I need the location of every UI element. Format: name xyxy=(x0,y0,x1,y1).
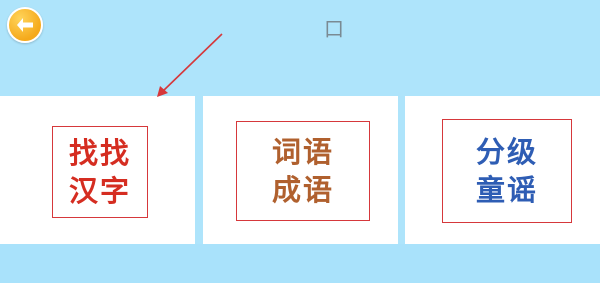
back-button[interactable] xyxy=(7,7,43,43)
back-arrow-icon xyxy=(17,18,33,32)
card-find-characters[interactable]: 找找 汉字 xyxy=(0,96,195,244)
card-label-box: 分级 童谣 xyxy=(442,119,572,223)
card-words-idioms[interactable]: 词语 成语 xyxy=(203,96,398,244)
card-graded-rhymes[interactable]: 分级 童谣 xyxy=(405,96,600,244)
card-label-box: 词语 成语 xyxy=(236,121,370,221)
card-title-line2: 成语 xyxy=(271,173,334,207)
card-title-line2: 汉字 xyxy=(68,174,131,208)
page-title: 口 xyxy=(324,17,344,41)
card-title-line1: 分级 xyxy=(475,135,538,169)
card-title-line1: 词语 xyxy=(271,135,334,169)
card-label-box: 找找 汉字 xyxy=(52,126,148,218)
card-title-line1: 找找 xyxy=(68,136,131,170)
top-bar xyxy=(0,0,600,96)
card-title-line2: 童谣 xyxy=(475,173,538,207)
